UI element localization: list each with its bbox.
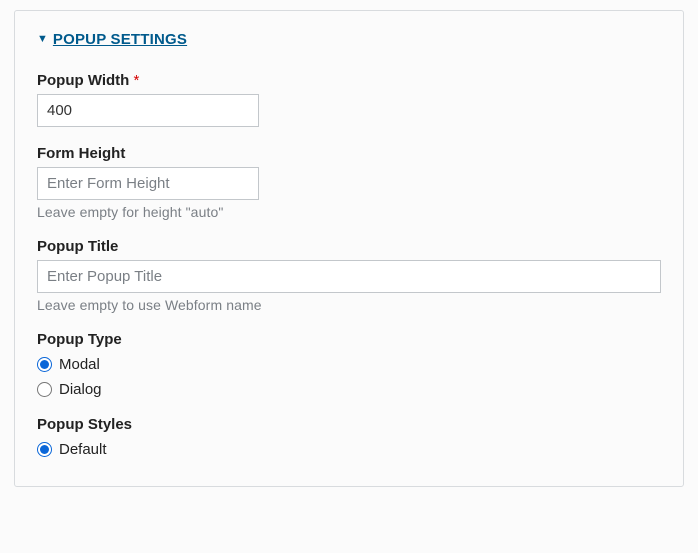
required-mark: * (134, 72, 140, 89)
popup-title-group: Popup Title Leave empty to use Webform n… (37, 238, 661, 313)
popup-title-input[interactable] (37, 260, 661, 293)
form-height-group: Form Height Leave empty for height "auto… (37, 145, 661, 220)
popup-settings-panel: ▼ POPUP SETTINGS Popup Width * Form Heig… (14, 10, 684, 487)
popup-type-dialog-radio[interactable] (37, 382, 52, 397)
popup-styles-default-label[interactable]: Default (59, 441, 107, 458)
popup-title-hint: Leave empty to use Webform name (37, 297, 661, 313)
popup-styles-default-radio[interactable] (37, 442, 52, 457)
form-height-hint: Leave empty for height "auto" (37, 204, 661, 220)
popup-type-dialog-row: Dialog (37, 381, 661, 398)
popup-styles-group: Popup Styles Default (37, 416, 661, 458)
form-height-input[interactable] (37, 167, 259, 200)
form-height-label: Form Height (37, 145, 661, 162)
popup-settings-title-link[interactable]: POPUP SETTINGS (53, 31, 187, 48)
popup-width-group: Popup Width * (37, 72, 661, 127)
popup-width-input[interactable] (37, 94, 259, 127)
popup-width-label: Popup Width * (37, 72, 661, 89)
popup-styles-default-row: Default (37, 441, 661, 458)
popup-type-modal-radio[interactable] (37, 357, 52, 372)
popup-title-label: Popup Title (37, 238, 661, 255)
popup-settings-header[interactable]: ▼ POPUP SETTINGS (37, 31, 661, 48)
popup-type-modal-row: Modal (37, 356, 661, 373)
popup-type-label: Popup Type (37, 331, 661, 348)
collapse-triangle-icon: ▼ (37, 34, 48, 45)
popup-styles-label: Popup Styles (37, 416, 661, 433)
popup-type-group: Popup Type Modal Dialog (37, 331, 661, 398)
popup-type-modal-label[interactable]: Modal (59, 356, 100, 373)
popup-width-label-text: Popup Width (37, 72, 129, 89)
popup-type-dialog-label[interactable]: Dialog (59, 381, 102, 398)
